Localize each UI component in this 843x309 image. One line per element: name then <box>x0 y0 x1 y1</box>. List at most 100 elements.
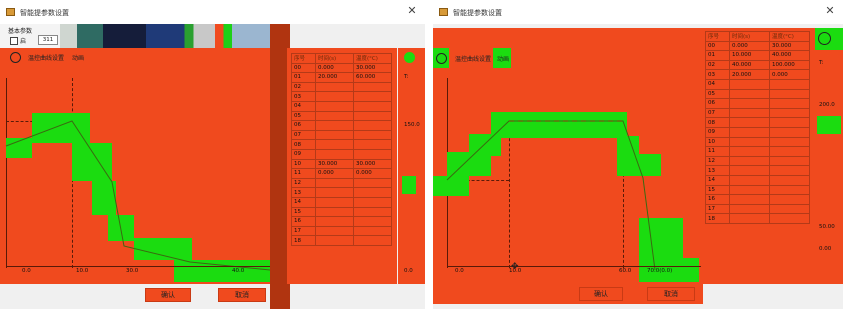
time-cell[interactable] <box>729 117 770 128</box>
time-cell[interactable] <box>315 148 354 160</box>
table-row[interactable]: 11 0.000 0.000 <box>291 168 392 179</box>
temperature-cell[interactable] <box>769 184 810 196</box>
temperature-cell[interactable] <box>769 136 810 148</box>
time-cell[interactable] <box>315 206 354 218</box>
table-row[interactable]: 17 <box>291 225 392 237</box>
temperature-cell[interactable] <box>353 81 392 93</box>
table-row[interactable]: 08 <box>705 117 810 128</box>
table-row[interactable]: 10 <box>705 136 810 148</box>
table-row[interactable]: 04 <box>705 78 810 90</box>
table-row[interactable]: 13 <box>705 165 810 176</box>
temperature-cell[interactable] <box>769 165 810 176</box>
temperature-cell[interactable] <box>353 216 392 227</box>
temperature-cell[interactable]: 100.000 <box>769 59 810 71</box>
right-close-button[interactable]: ✕ <box>823 4 837 18</box>
table-row[interactable]: 14 <box>291 196 392 208</box>
table-row[interactable]: 01 10.000 40.000 <box>705 50 810 61</box>
temperature-cell[interactable] <box>769 146 810 157</box>
time-cell[interactable] <box>729 136 770 148</box>
table-row[interactable]: 11 <box>705 146 810 157</box>
time-cell[interactable] <box>315 120 354 131</box>
temperature-cell[interactable] <box>353 91 392 102</box>
right-cancel-button[interactable]: 取消 <box>647 287 695 301</box>
table-row[interactable]: 05 <box>291 110 392 122</box>
temperature-cell[interactable] <box>769 107 810 119</box>
temperature-cell[interactable] <box>769 174 810 186</box>
table-row[interactable]: 16 <box>291 216 392 227</box>
temperature-cell[interactable] <box>353 187 392 198</box>
time-cell[interactable] <box>729 155 770 167</box>
table-row[interactable]: 06 <box>291 120 392 131</box>
temperature-cell[interactable] <box>769 203 810 215</box>
time-cell[interactable] <box>315 129 354 141</box>
time-cell[interactable] <box>729 203 770 215</box>
time-cell[interactable]: 20.000 <box>315 72 354 83</box>
table-row[interactable]: 18 <box>291 235 392 246</box>
time-cell[interactable] <box>315 91 354 102</box>
table-row[interactable]: 00 0.000 30.000 <box>705 40 810 52</box>
temperature-cell[interactable] <box>353 206 392 218</box>
temperature-cell[interactable] <box>769 78 810 90</box>
time-cell[interactable] <box>729 98 770 109</box>
temperature-cell[interactable]: 30.000 <box>353 62 392 74</box>
temperature-cell[interactable] <box>769 194 810 205</box>
table-row[interactable]: 01 20.000 60.000 <box>291 72 392 83</box>
temperature-cell[interactable] <box>769 88 810 100</box>
time-cell[interactable] <box>315 177 354 189</box>
time-cell[interactable] <box>729 213 770 224</box>
time-cell[interactable]: 10.000 <box>729 50 770 61</box>
temperature-cell[interactable] <box>353 120 392 131</box>
time-cell[interactable] <box>315 235 354 246</box>
temperature-cell[interactable]: 60.000 <box>353 72 392 83</box>
table-row[interactable]: 14 <box>705 174 810 186</box>
temperature-cell[interactable] <box>353 196 392 208</box>
table-row[interactable]: 09 <box>705 126 810 138</box>
table-row[interactable]: 00 0.000 30.000 <box>291 62 392 74</box>
temperature-cell[interactable] <box>769 213 810 224</box>
time-cell[interactable]: 30.000 <box>315 158 354 170</box>
time-cell[interactable] <box>315 225 354 237</box>
time-cell[interactable] <box>729 126 770 138</box>
table-row[interactable]: 07 <box>291 129 392 141</box>
table-row[interactable]: 16 <box>705 194 810 205</box>
table-row[interactable]: 03 20.000 0.000 <box>705 69 810 80</box>
temperature-cell[interactable]: 30.000 <box>353 158 392 170</box>
time-cell[interactable] <box>729 107 770 119</box>
left-confirm-button[interactable]: 确认 <box>145 288 191 302</box>
temperature-cell[interactable] <box>353 225 392 237</box>
table-row[interactable]: 06 <box>705 98 810 109</box>
table-row[interactable]: 10 30.000 30.000 <box>291 158 392 170</box>
time-cell[interactable] <box>729 174 770 186</box>
temperature-cell[interactable] <box>769 155 810 167</box>
table-row[interactable]: 02 <box>291 81 392 93</box>
time-cell[interactable] <box>315 216 354 227</box>
time-cell[interactable] <box>729 88 770 100</box>
time-cell[interactable]: 0.000 <box>315 62 354 74</box>
temperature-cell[interactable]: 0.000 <box>353 168 392 179</box>
table-row[interactable]: 12 <box>291 177 392 189</box>
left-close-button[interactable]: ✕ <box>405 4 419 18</box>
time-cell[interactable] <box>729 165 770 176</box>
table-row[interactable]: 05 <box>705 88 810 100</box>
temperature-cell[interactable] <box>353 129 392 141</box>
temperature-cell[interactable]: 40.000 <box>769 50 810 61</box>
temperature-cell[interactable] <box>353 100 392 112</box>
table-row[interactable]: 13 <box>291 187 392 198</box>
table-row[interactable]: 15 <box>291 206 392 218</box>
time-cell[interactable] <box>315 196 354 208</box>
table-row[interactable]: 18 <box>705 213 810 224</box>
time-cell[interactable] <box>729 194 770 205</box>
right-confirm-button[interactable]: 确认 <box>579 287 623 301</box>
table-row[interactable]: 03 <box>291 91 392 102</box>
time-cell[interactable]: 20.000 <box>729 69 770 80</box>
temperature-cell[interactable] <box>769 126 810 138</box>
time-cell[interactable] <box>315 187 354 198</box>
time-cell[interactable]: 0.000 <box>729 40 770 52</box>
temperature-cell[interactable] <box>353 110 392 122</box>
temperature-cell[interactable] <box>353 139 392 150</box>
time-cell[interactable] <box>729 184 770 196</box>
time-cell[interactable] <box>729 146 770 157</box>
time-cell[interactable] <box>315 81 354 93</box>
temperature-cell[interactable] <box>353 177 392 189</box>
table-row[interactable]: 07 <box>705 107 810 119</box>
